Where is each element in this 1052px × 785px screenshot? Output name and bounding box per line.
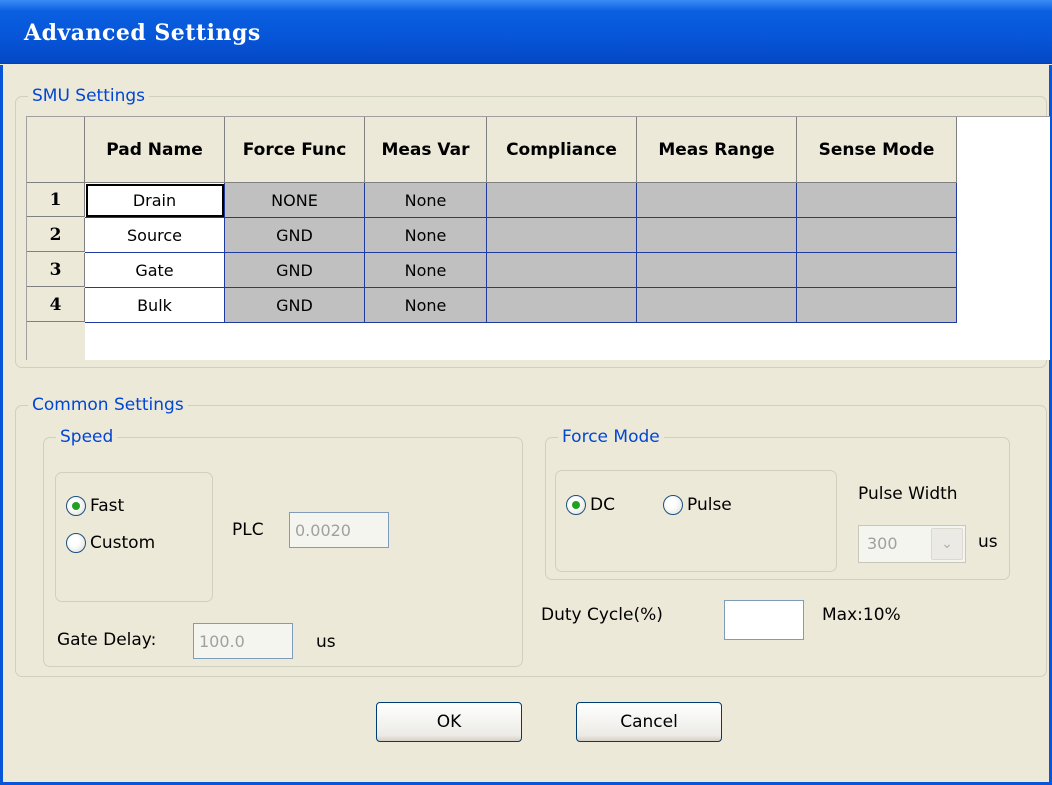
duty-cycle-label: Duty Cycle(%)	[541, 605, 663, 625]
cell-sense-mode[interactable]	[797, 218, 957, 253]
radio-selected-icon	[66, 496, 86, 516]
cancel-button[interactable]: Cancel	[576, 702, 722, 742]
radio-unselected-icon	[663, 495, 683, 515]
pulse-width-select[interactable]: 300 ⌄	[858, 525, 966, 563]
duty-cycle-max: Max:10%	[822, 605, 901, 625]
radio-selected-icon	[566, 495, 586, 515]
force-mode-options-box	[555, 470, 837, 572]
custom-radio[interactable]: Custom	[66, 533, 155, 553]
cell-meas-var[interactable]: None	[365, 288, 487, 323]
cell-force-func[interactable]: GND	[225, 288, 365, 323]
column-header-force-func[interactable]: Force Func	[225, 117, 365, 183]
dc-radio[interactable]: DC	[566, 495, 615, 515]
cell-sense-mode[interactable]	[797, 288, 957, 323]
smu-settings-legend: SMU Settings	[28, 85, 150, 107]
speed-legend: Speed	[56, 426, 118, 448]
gate-delay-input[interactable]: 100.0	[193, 623, 293, 659]
gate-delay-label: Gate Delay:	[57, 630, 157, 650]
smu-grid: Pad Name Force Func Meas Var Compliance …	[26, 116, 1050, 361]
plc-input[interactable]: 0.0020	[289, 512, 389, 548]
cell-compliance[interactable]	[487, 183, 637, 218]
cell-meas-var[interactable]: None	[365, 218, 487, 253]
ok-button[interactable]: OK	[376, 702, 522, 742]
cell-compliance[interactable]	[487, 288, 637, 323]
chevron-down-icon[interactable]: ⌄	[931, 528, 963, 560]
column-header-compliance[interactable]: Compliance	[487, 117, 637, 183]
duty-cycle-input[interactable]	[724, 600, 804, 640]
cell-meas-range[interactable]	[637, 253, 797, 288]
cell-compliance[interactable]	[487, 218, 637, 253]
cell-meas-range[interactable]	[637, 183, 797, 218]
cell-pad-name[interactable]: Gate	[85, 253, 225, 288]
row-number[interactable]: 3	[27, 253, 85, 287]
cell-meas-var[interactable]: None	[365, 183, 487, 218]
cell-force-func[interactable]: GND	[225, 253, 365, 288]
cell-force-func[interactable]: GND	[225, 218, 365, 253]
grid-corner-cell	[27, 117, 85, 183]
column-header-meas-range[interactable]: Meas Range	[637, 117, 797, 183]
gate-delay-unit: us	[316, 632, 336, 652]
common-settings-legend: Common Settings	[28, 394, 188, 416]
row-number[interactable]: 4	[27, 288, 85, 322]
dc-radio-label: DC	[590, 495, 615, 515]
cell-force-func[interactable]: NONE	[225, 183, 365, 218]
pulse-width-unit: us	[978, 532, 998, 552]
cell-sense-mode[interactable]	[797, 183, 957, 218]
cell-pad-name[interactable]: Drain	[85, 183, 225, 218]
custom-radio-label: Custom	[90, 533, 156, 553]
cell-meas-var[interactable]: None	[365, 253, 487, 288]
cell-sense-mode[interactable]	[797, 253, 957, 288]
row-number[interactable]: 1	[27, 183, 85, 217]
radio-unselected-icon	[66, 533, 86, 553]
title-bar[interactable]: Advanced Settings	[0, 0, 1052, 64]
fast-radio[interactable]: Fast	[66, 496, 124, 516]
advanced-settings-window: Advanced Settings SMU Settings Pad Name …	[0, 0, 1052, 785]
cell-meas-range[interactable]	[637, 218, 797, 253]
cell-pad-name[interactable]: Source	[85, 218, 225, 253]
pulse-width-value: 300	[867, 534, 898, 553]
pulse-width-label: Pulse Width	[858, 484, 958, 504]
pulse-radio-label: Pulse	[687, 495, 732, 515]
cell-meas-range[interactable]	[637, 288, 797, 323]
cell-compliance[interactable]	[487, 253, 637, 288]
cell-pad-name[interactable]: Bulk	[85, 288, 225, 323]
window-title: Advanced Settings	[24, 20, 261, 46]
row-number[interactable]: 2	[27, 218, 85, 252]
column-header-sense-mode[interactable]: Sense Mode	[797, 117, 957, 183]
force-mode-legend: Force Mode	[558, 426, 664, 448]
column-header-meas-var[interactable]: Meas Var	[365, 117, 487, 183]
column-header-pad-name[interactable]: Pad Name	[85, 117, 225, 183]
plc-label: PLC	[232, 520, 264, 540]
fast-radio-label: Fast	[90, 496, 125, 516]
pulse-radio[interactable]: Pulse	[663, 495, 732, 515]
